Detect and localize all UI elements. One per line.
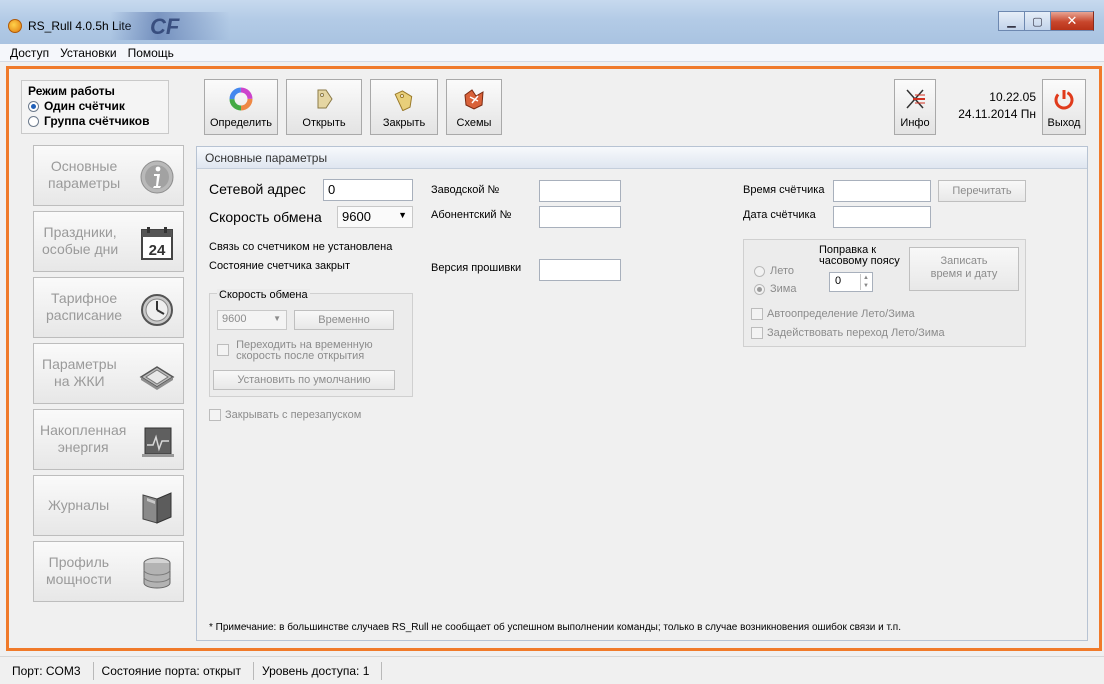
mode-single-radio[interactable]	[28, 100, 39, 112]
link-status: Связь со счетчиком не установлена	[209, 241, 393, 253]
baud-select[interactable]: 9600 ▼	[337, 206, 413, 228]
nav-holidays[interactable]: Праздники, особые дни 24	[33, 211, 184, 272]
clock-display: 10.22.05 24.11.2014 Пн	[936, 89, 1036, 123]
summer-radio[interactable]	[754, 265, 765, 277]
svg-text:24: 24	[149, 242, 166, 259]
close-restart-checkbox[interactable]: Закрывать с перезапуском	[209, 409, 361, 422]
status-port-state: Состояние порта: открыт	[94, 661, 254, 680]
firmware-label: Версия прошивки	[431, 262, 522, 274]
firmware-input[interactable]	[539, 259, 621, 281]
menu-settings[interactable]: Установки	[60, 46, 116, 60]
open-button[interactable]: Открыть	[286, 79, 362, 135]
maximize-icon: ▢	[1032, 15, 1043, 28]
mode-single-option[interactable]: Один счётчик	[28, 99, 162, 113]
minimize-icon: ▁	[1007, 15, 1016, 28]
title-bar: RS_Rull 4.0.5h Lite CF ▁ ▢ ✕	[0, 0, 1104, 44]
set-default-button[interactable]: Установить по умолчанию	[213, 370, 395, 390]
color-wheel-icon	[229, 87, 253, 111]
open-tag-icon	[317, 89, 333, 109]
mode-group-radio[interactable]	[28, 115, 39, 127]
display-icon	[139, 366, 175, 390]
menu-bar: Доступ Установки Помощь	[0, 44, 1104, 62]
info-antenna-icon	[906, 89, 925, 109]
speed-group-title: Скорость обмена	[217, 289, 310, 301]
exit-button[interactable]: Выход	[1042, 79, 1086, 135]
temp-speed-checkbox[interactable]: Переходить на временную скорость после о…	[217, 340, 373, 362]
close-window-button[interactable]: ✕	[1050, 11, 1094, 31]
status-access-level: Уровень доступа: 1	[254, 661, 383, 680]
menu-help[interactable]: Помощь	[128, 46, 174, 60]
nav-tariff[interactable]: Тарифное расписание	[33, 277, 184, 338]
net-address-input[interactable]: 0	[323, 179, 413, 201]
mode-group-option[interactable]: Группа счётчиков	[28, 114, 162, 128]
enable-dst-checkbox[interactable]: Задействовать переход Лето/Зима	[751, 327, 945, 340]
auto-dst-check[interactable]	[751, 308, 763, 321]
footnote: * Примечание: в большинстве случаев RS_R…	[209, 622, 901, 633]
winter-radio[interactable]	[754, 283, 765, 295]
enable-dst-check[interactable]	[751, 327, 763, 340]
write-time-button[interactable]: Записать время и дату	[909, 247, 1019, 291]
speed-group-select[interactable]: 9600 ▼	[217, 310, 287, 330]
status-port: Порт: COM3	[4, 661, 94, 680]
nav-journals[interactable]: Журналы	[33, 475, 184, 536]
clock-icon	[141, 294, 173, 326]
mode-title: Режим работы	[28, 84, 115, 98]
close-button[interactable]: Закрыть	[370, 79, 438, 135]
temp-speed-button[interactable]: Временно	[294, 310, 394, 330]
status-bar: Порт: COM3 Состояние порта: открыт Урове…	[0, 656, 1104, 684]
info-icon	[140, 160, 174, 194]
nav-main-params[interactable]: Основные параметры	[33, 145, 184, 206]
reread-button[interactable]: Перечитать	[938, 180, 1026, 202]
meter-state: Состояние счетчика закрыт	[209, 260, 350, 272]
auto-dst-checkbox[interactable]: Автоопределение Лето/Зима	[751, 308, 915, 321]
schemes-icon	[464, 89, 484, 110]
toolbar: Определить Открыть Закрыть Схемы Инфо 10…	[196, 79, 1088, 139]
close-icon: ✕	[1066, 13, 1078, 28]
stepper-arrows-icon[interactable]: ▲ ▼	[860, 274, 871, 290]
meter-date-input[interactable]	[833, 206, 931, 228]
nav-energy[interactable]: Накопленная энергия	[33, 409, 184, 470]
tz-correction-label: Поправка к часовому поясу	[819, 244, 900, 267]
window-controls: ▁ ▢ ✕	[998, 11, 1094, 31]
summer-option[interactable]: Лето	[754, 265, 794, 277]
panel-title: Основные параметры	[197, 147, 1087, 169]
close-restart-check[interactable]	[209, 409, 221, 422]
serial-input[interactable]	[539, 180, 621, 202]
close-tag-icon	[394, 90, 413, 111]
power-icon	[1054, 90, 1074, 110]
subscriber-input[interactable]	[539, 206, 621, 228]
subscriber-label: Абонентский №	[431, 209, 512, 221]
chevron-down-icon: ▼	[398, 210, 407, 220]
energy-chart-icon	[142, 427, 174, 457]
baud-label: Скорость обмена	[209, 209, 322, 225]
meter-time-input[interactable]	[833, 180, 931, 202]
app-icon	[8, 19, 22, 33]
current-time: 10.22.05	[989, 90, 1036, 104]
current-date: 24.11.2014 Пн	[958, 107, 1036, 121]
serial-label: Заводской №	[431, 184, 500, 196]
main-params-panel: Основные параметры Сетевой адрес 0 Скоро…	[196, 146, 1088, 641]
database-icon	[143, 557, 171, 589]
chevron-down-icon: ▼	[273, 314, 281, 323]
maximize-button[interactable]: ▢	[1024, 11, 1050, 31]
detect-button[interactable]: Определить	[204, 79, 278, 135]
tz-correction-stepper[interactable]: 0 ▲ ▼	[829, 272, 873, 292]
minimize-button[interactable]: ▁	[998, 11, 1024, 31]
nav-power-profile[interactable]: Профиль мощности	[33, 541, 184, 602]
meter-date-label: Дата счётчика	[743, 209, 816, 221]
menu-access[interactable]: Доступ	[10, 46, 49, 60]
calendar-icon: 24	[141, 227, 173, 260]
mode-group: Режим работы Один счётчик Группа счётчик…	[21, 80, 169, 134]
info-button[interactable]: Инфо	[894, 79, 936, 135]
net-address-label: Сетевой адрес	[209, 181, 306, 197]
journal-icon	[142, 492, 172, 524]
winter-option[interactable]: Зима	[754, 283, 796, 295]
meter-time-label: Время счётчика	[743, 184, 825, 196]
title-logo: CF	[110, 12, 230, 40]
schemes-button[interactable]: Схемы	[446, 79, 502, 135]
temp-speed-check[interactable]	[217, 344, 229, 356]
nav-lcd-params[interactable]: Параметры на ЖКИ	[33, 343, 184, 404]
